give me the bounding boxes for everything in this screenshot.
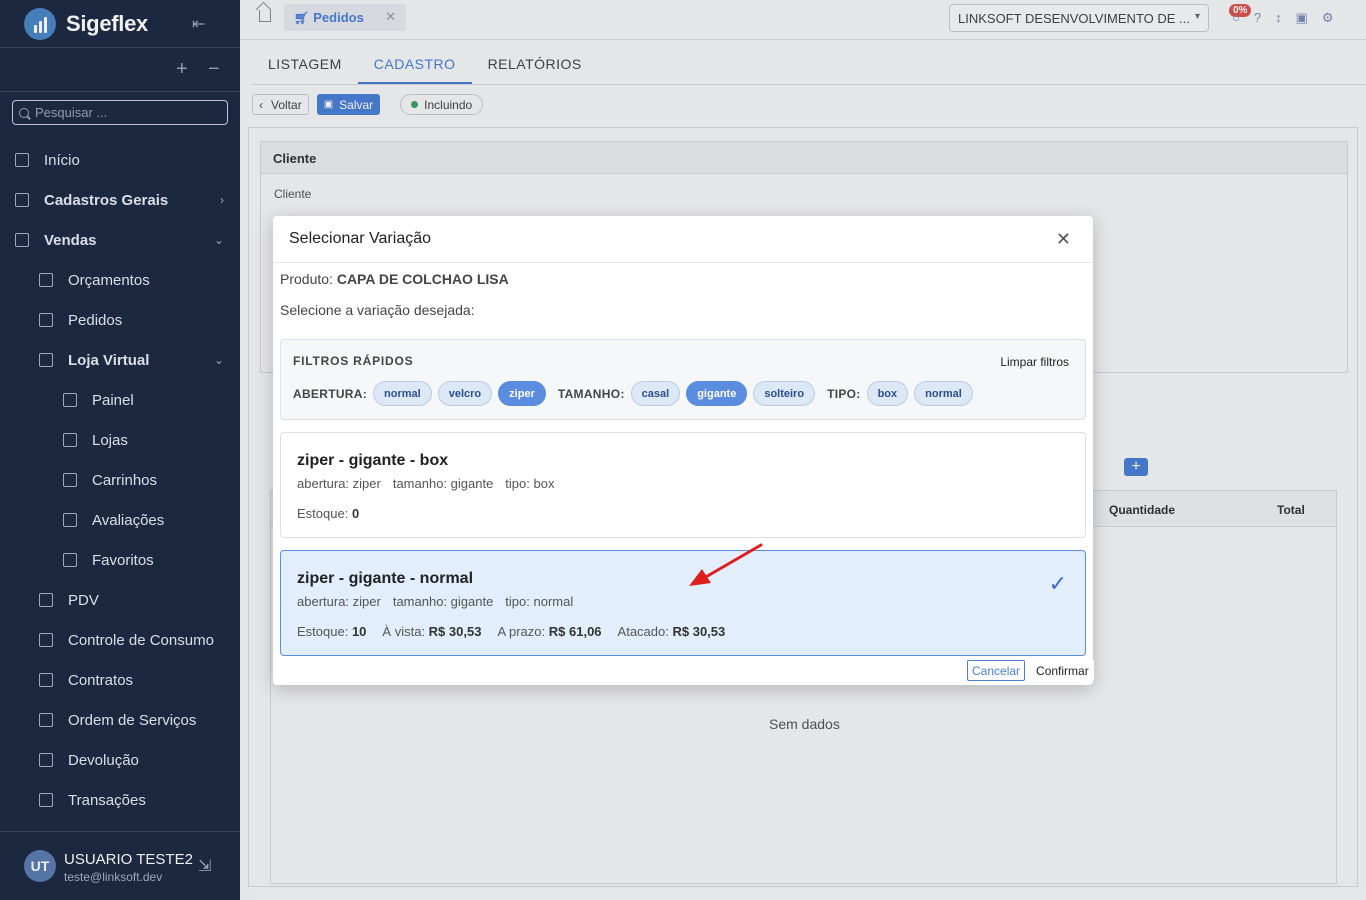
attr-tipo: tipo: box [505, 476, 555, 491]
chip-tamanho-casal[interactable]: casal [630, 381, 681, 406]
chip-abertura-ziper[interactable]: ziper [498, 381, 546, 406]
cash-price-label: À vista: [382, 624, 426, 639]
product-name: CAPA DE COLCHAO LISA [336, 271, 509, 287]
variation-attrs: abertura: ziper tamanho: gigante tipo: n… [297, 594, 573, 609]
wholesale-price-value: R$ 30,53 [672, 624, 726, 639]
modal-header: Selecionar Variação ✕ [273, 216, 1093, 263]
cancel-button[interactable]: Cancelar [967, 660, 1026, 681]
close-icon[interactable]: ✕ [1056, 229, 1071, 250]
chip-abertura-velcro[interactable]: velcro [437, 381, 493, 406]
variation-name: ziper - gigante - normal [297, 570, 474, 587]
attr-tamanho: tamanho: gigante [392, 594, 494, 609]
quick-filters: FILTROS RÁPIDOS Limpar filtros ABERTURA:… [280, 339, 1086, 420]
attr-tamanho: tamanho: gigante [392, 476, 494, 491]
chip-tamanho-gigante[interactable]: gigante [686, 381, 748, 406]
variation-modal: Selecionar Variação ✕ Produto: CAPA DE C… [273, 216, 1094, 685]
product-line: Produto: CAPA DE COLCHAO LISA [280, 271, 509, 287]
variation-meta: Estoque: 0 [297, 506, 359, 521]
term-price-value: R$ 61,06 [548, 624, 602, 639]
modal-footer: Cancelar Confirmar [967, 660, 1094, 681]
chip-abertura-normal[interactable]: normal [373, 381, 432, 406]
product-label: Produto: [280, 271, 333, 287]
stock-label: Estoque: [297, 624, 349, 639]
wholesale-price-label: Atacado: [617, 624, 669, 639]
filter-label-tipo: TIPO: [827, 386, 861, 401]
variation-name: ziper - gigante - box [297, 452, 449, 469]
stock-label: Estoque: [297, 506, 349, 521]
attr-tipo: tipo: normal [505, 594, 574, 609]
instruction-text: Selecione a variação desejada: [280, 302, 475, 318]
attr-abertura: abertura: ziper [297, 476, 381, 491]
chip-tipo-normal[interactable]: normal [914, 381, 973, 406]
stock-value: 0 [351, 506, 360, 521]
variation-card[interactable]: ziper - gigante - box abertura: ziper ta… [280, 432, 1086, 538]
filters-title: FILTROS RÁPIDOS [293, 354, 414, 368]
chip-tipo-box[interactable]: box [866, 381, 909, 406]
cash-price-value: R$ 30,53 [428, 624, 482, 639]
term-price-label: A prazo: [497, 624, 546, 639]
modal-title: Selecionar Variação [289, 230, 432, 247]
filter-label-abertura: ABERTURA: [293, 386, 368, 401]
filter-row: ABERTURA: normal velcro ziper TAMANHO: c… [293, 381, 979, 406]
variation-meta: Estoque: 10 À vista: R$ 30,53 A prazo: R… [297, 624, 725, 639]
filter-label-tamanho: TAMANHO: [557, 386, 625, 401]
chip-tamanho-solteiro[interactable]: solteiro [753, 381, 816, 406]
annotation-arrow-icon [689, 543, 763, 586]
stock-value: 10 [351, 624, 367, 639]
variation-attrs: abertura: ziper tamanho: gigante tipo: b… [297, 476, 554, 491]
checkmark-icon: ✓ [1048, 571, 1067, 596]
clear-filters-button[interactable]: Limpar filtros [1000, 355, 1069, 369]
attr-abertura: abertura: ziper [297, 594, 381, 609]
confirm-button[interactable]: Confirmar [1031, 660, 1094, 681]
